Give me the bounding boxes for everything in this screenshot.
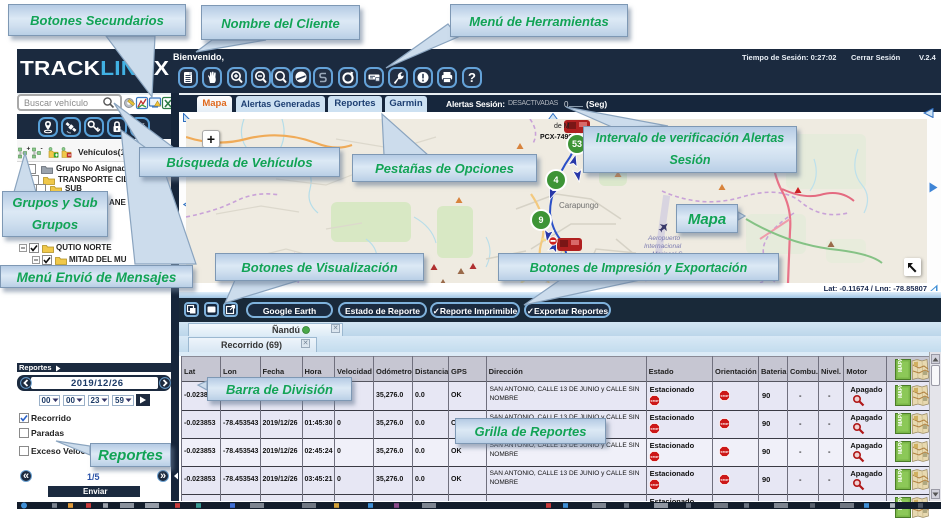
svg-text:STOP: STOP bbox=[720, 422, 728, 426]
svg-text:9: 9 bbox=[538, 215, 543, 225]
svg-text:STOP: STOP bbox=[720, 478, 728, 482]
svg-text:STOP: STOP bbox=[650, 399, 658, 403]
svg-text:Carapungo: Carapungo bbox=[559, 201, 599, 210]
svg-text:MAPA: MAPA bbox=[898, 413, 904, 426]
svg-text:de M: de M bbox=[554, 123, 570, 130]
svg-text:STOP: STOP bbox=[650, 483, 658, 487]
svg-text:STOP: STOP bbox=[650, 455, 658, 459]
svg-text:MAPA: MAPA bbox=[898, 469, 904, 482]
svg-text:-: - bbox=[41, 146, 43, 153]
svg-text:MAPA: MAPA bbox=[898, 359, 904, 372]
svg-text:STOP: STOP bbox=[720, 394, 728, 398]
svg-text:53: 53 bbox=[572, 139, 582, 149]
svg-text:MAPA: MAPA bbox=[898, 441, 904, 454]
svg-text:4: 4 bbox=[553, 175, 558, 185]
svg-text:Aeropuerto: Aeropuerto bbox=[647, 235, 681, 242]
svg-text:MAPA: MAPA bbox=[898, 385, 904, 398]
svg-text:+: + bbox=[27, 146, 31, 153]
svg-text:Internacional: Internacional bbox=[644, 243, 682, 250]
svg-text:STOP: STOP bbox=[720, 450, 728, 454]
svg-text:STOP: STOP bbox=[650, 427, 658, 431]
